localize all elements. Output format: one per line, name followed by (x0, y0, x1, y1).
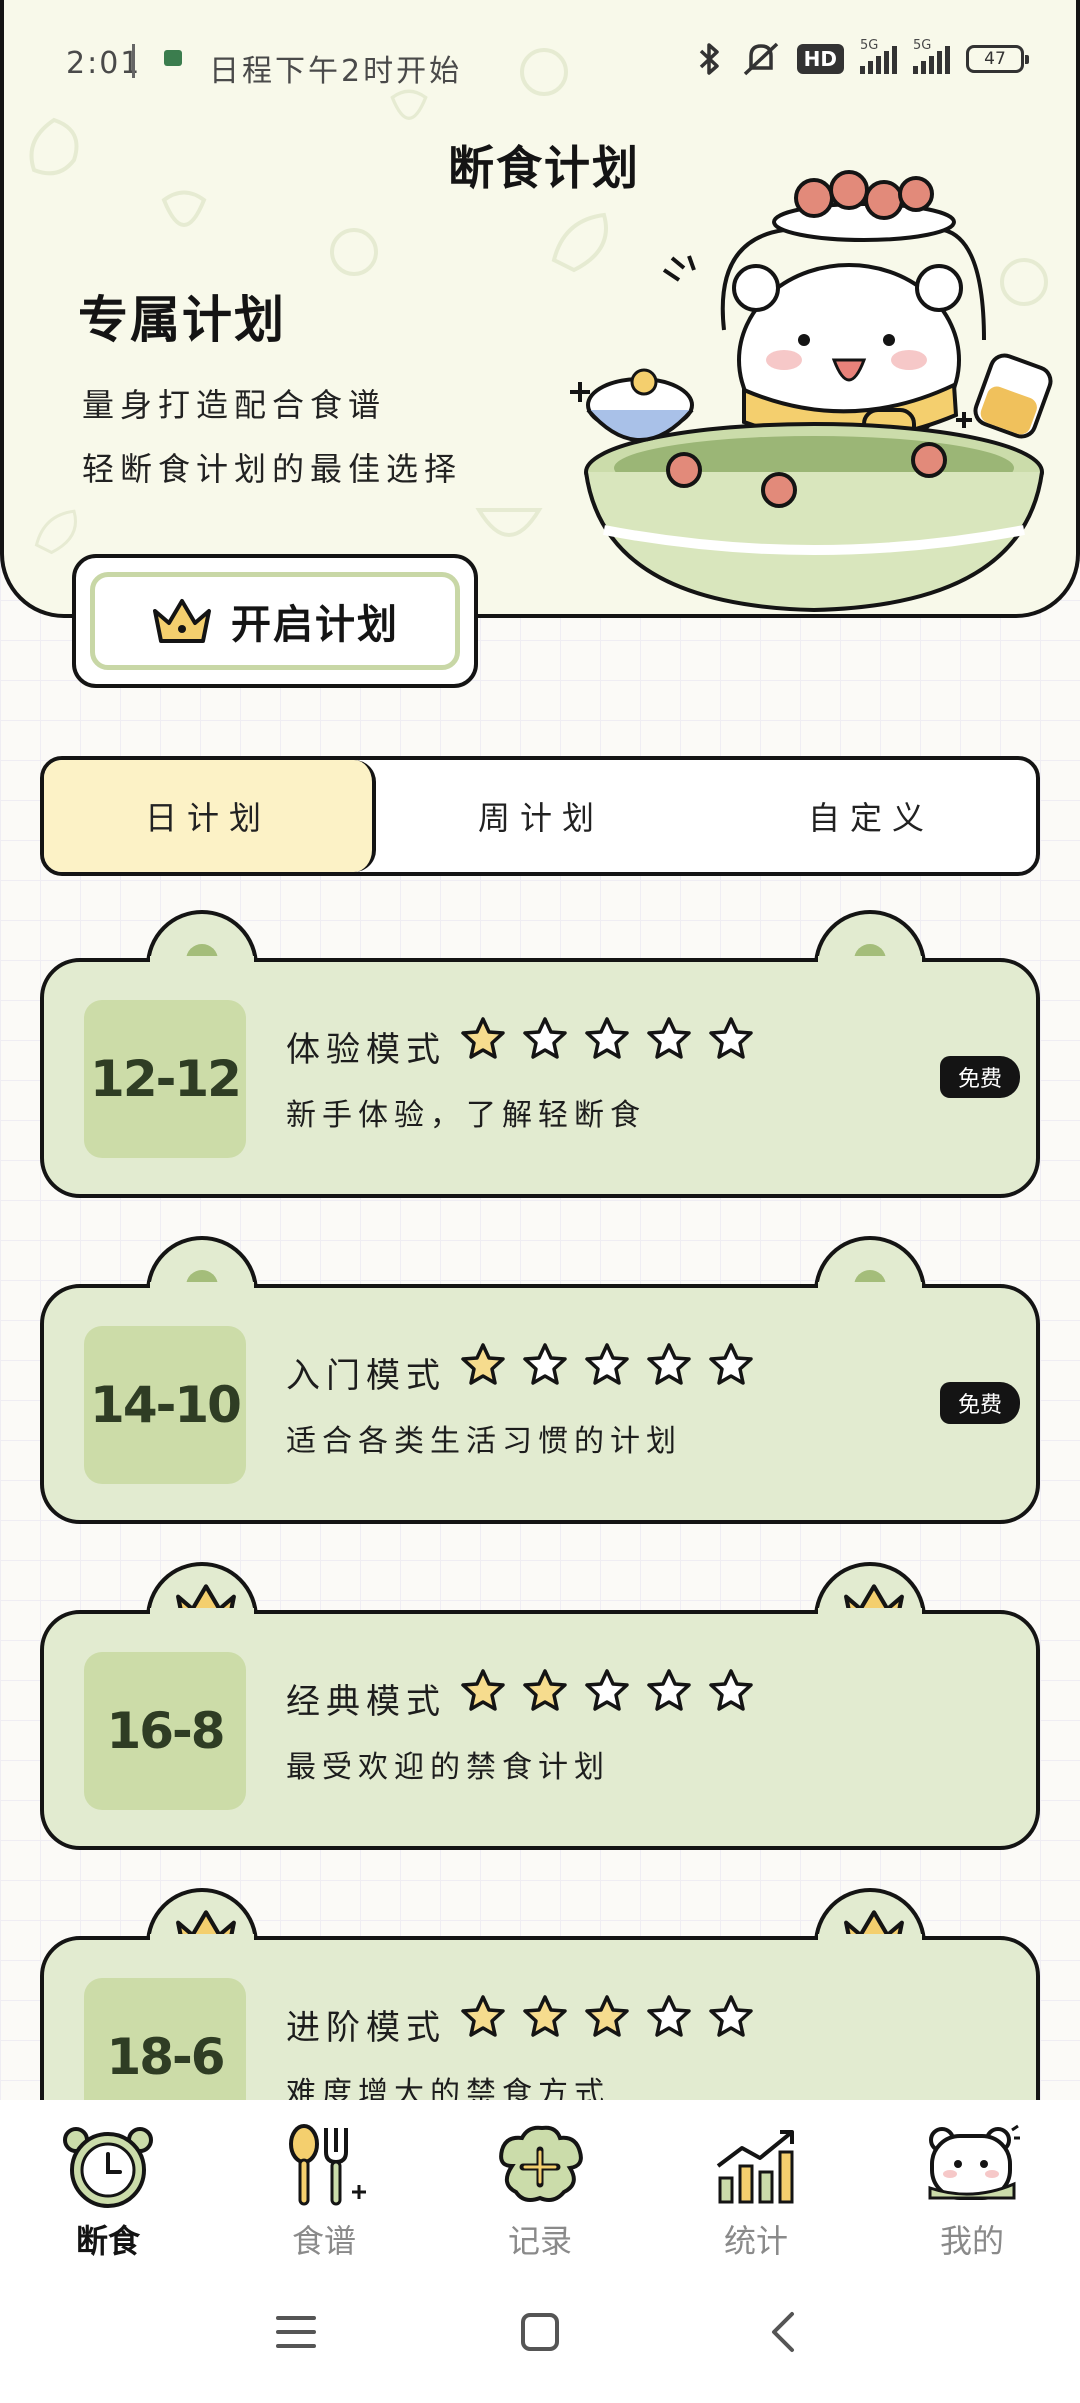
plan-card[interactable]: 12-12 体验模式新手体验，了解轻断食 免费 (40, 910, 1040, 1198)
status-separator (132, 44, 135, 78)
tab-week-plan[interactable]: 周计划 (376, 760, 706, 872)
star-empty-icon (585, 1343, 629, 1385)
back-icon[interactable] (762, 2310, 806, 2354)
star-filled-icon (523, 1669, 567, 1711)
star-empty-icon (647, 1343, 691, 1385)
star-empty-icon (709, 1343, 753, 1385)
menu-icon[interactable] (274, 2312, 318, 2352)
star-filled-icon (461, 1995, 505, 2037)
plan-description-line2: 轻断食计划的最佳选择 (82, 450, 463, 488)
plan-heading: 专属计划 (78, 291, 286, 349)
star-empty-icon (585, 1017, 629, 1059)
bear-bowl-illustration (570, 170, 1053, 613)
star-empty-icon (709, 1669, 753, 1711)
star-empty-icon (585, 1669, 629, 1711)
star-empty-icon (709, 1995, 753, 2037)
spoon-fork-icon (289, 2124, 366, 2206)
plan-card-body: 16-8 经典模式最受欢迎的禁食计划 (40, 1610, 1040, 1850)
plan-ratio: 14-10 (84, 1326, 246, 1484)
signal-label: 5G (913, 38, 932, 53)
star-empty-icon (647, 1995, 691, 2037)
signal-strength-icon: 5G (860, 38, 897, 74)
plan-tabs: 日计划 周计划 自定义 (40, 756, 1040, 876)
nav-item-record[interactable]: 记录 (432, 2100, 648, 2260)
bluetooth-icon (699, 43, 719, 75)
plan-mode-name: 经典模式 (286, 1682, 446, 1722)
star-empty-icon (709, 1017, 753, 1059)
crown-icon (153, 599, 211, 643)
calendar-notification-icon (164, 50, 182, 66)
system-navigation-bar (0, 2260, 1080, 2403)
start-plan-button[interactable]: 开启计划 (72, 554, 478, 688)
tab-day-plan[interactable]: 日计划 (44, 760, 376, 872)
battery-indicator: 47 (966, 45, 1029, 73)
status-time: 2:01 (66, 46, 142, 81)
difficulty-stars (460, 1994, 754, 2038)
status-bar: 2:01 日程下午2时开始 HD 5G 5G 47 (4, 30, 1076, 94)
plan-mode-name: 进阶模式 (286, 2008, 446, 2048)
veggie-doodle-icon (34, 509, 77, 555)
watermelon-doodle-icon (475, 508, 543, 537)
star-empty-icon (523, 1343, 567, 1385)
nav-label-recipes: 食谱 (291, 2222, 356, 2260)
star-empty-icon (647, 1669, 691, 1711)
nav-label-record: 记录 (507, 2222, 572, 2260)
mute-icon (743, 42, 778, 76)
nav-label-fasting: 断食 (75, 2222, 140, 2260)
nav-label-statistics: 统计 (723, 2222, 788, 2260)
difficulty-stars (460, 1016, 754, 1060)
plan-ratio: 12-12 (84, 1000, 246, 1158)
free-badge: 免费 (940, 1056, 1020, 1098)
plan-description-line1: 量身打造配合食谱 (82, 386, 387, 424)
start-plan-button-inner: 开启计划 (90, 572, 460, 670)
star-filled-icon (523, 1995, 567, 2037)
star-filled-icon (585, 1995, 629, 2037)
nav-item-statistics[interactable]: 统计 (648, 2100, 864, 2260)
star-filled-icon (461, 1343, 505, 1385)
status-notification-text: 日程下午2时开始 (209, 54, 463, 89)
difficulty-stars (460, 1668, 754, 1712)
plan-card[interactable]: 14-10 入门模式适合各类生活习惯的计划 免费 (40, 1236, 1040, 1524)
star-filled-icon (461, 1669, 505, 1711)
plan-ratio: 16-8 (84, 1652, 246, 1810)
bottom-navigation: 断食 食谱 记录 统计 我的 (0, 2100, 1080, 2260)
tab-custom[interactable]: 自定义 (706, 760, 1036, 872)
clock-icon (63, 2127, 153, 2208)
home-icon[interactable] (518, 2310, 562, 2354)
hd-voice-badge: HD (796, 44, 844, 74)
free-badge: 免费 (940, 1382, 1020, 1424)
signal-strength-icon: 5G (913, 38, 950, 74)
bear-profile-icon (928, 2124, 1020, 2200)
plan-card-body: 14-10 入门模式适合各类生活习惯的计划 免费 (40, 1284, 1040, 1524)
chart-icon (716, 2130, 794, 2204)
nav-item-recipes[interactable]: 食谱 (216, 2100, 432, 2260)
star-filled-icon (461, 1017, 505, 1059)
apple-doodle-icon (330, 228, 378, 276)
star-empty-icon (647, 1017, 691, 1059)
plan-card[interactable]: 16-8 经典模式最受欢迎的禁食计划 (40, 1562, 1040, 1850)
plan-mode-name: 体验模式 (286, 1030, 446, 1070)
start-plan-label: 开启计划 (231, 602, 399, 648)
star-empty-icon (523, 1017, 567, 1059)
plan-card-body: 12-12 体验模式新手体验，了解轻断食 免费 (40, 958, 1040, 1198)
hero-banner: 2:01 日程下午2时开始 HD 5G 5G 47 断食计划 专属计划 量身打造… (0, 0, 1080, 618)
plan-description: 适合各类生活习惯的计划 (286, 1424, 682, 1459)
add-record-icon (499, 2125, 583, 2202)
plan-description: 新手体验，了解轻断食 (286, 1098, 646, 1133)
status-icons: HD 5G 5G 47 (695, 38, 1029, 76)
difficulty-stars (460, 1342, 754, 1386)
signal-label: 5G (860, 38, 879, 53)
nav-label-mine: 我的 (939, 2222, 1004, 2260)
nav-item-fasting[interactable]: 断食 (0, 2100, 216, 2260)
plan-description: 最受欢迎的禁食计划 (286, 1750, 610, 1785)
nav-item-mine[interactable]: 我的 (864, 2100, 1080, 2260)
plan-mode-name: 入门模式 (286, 1356, 446, 1396)
